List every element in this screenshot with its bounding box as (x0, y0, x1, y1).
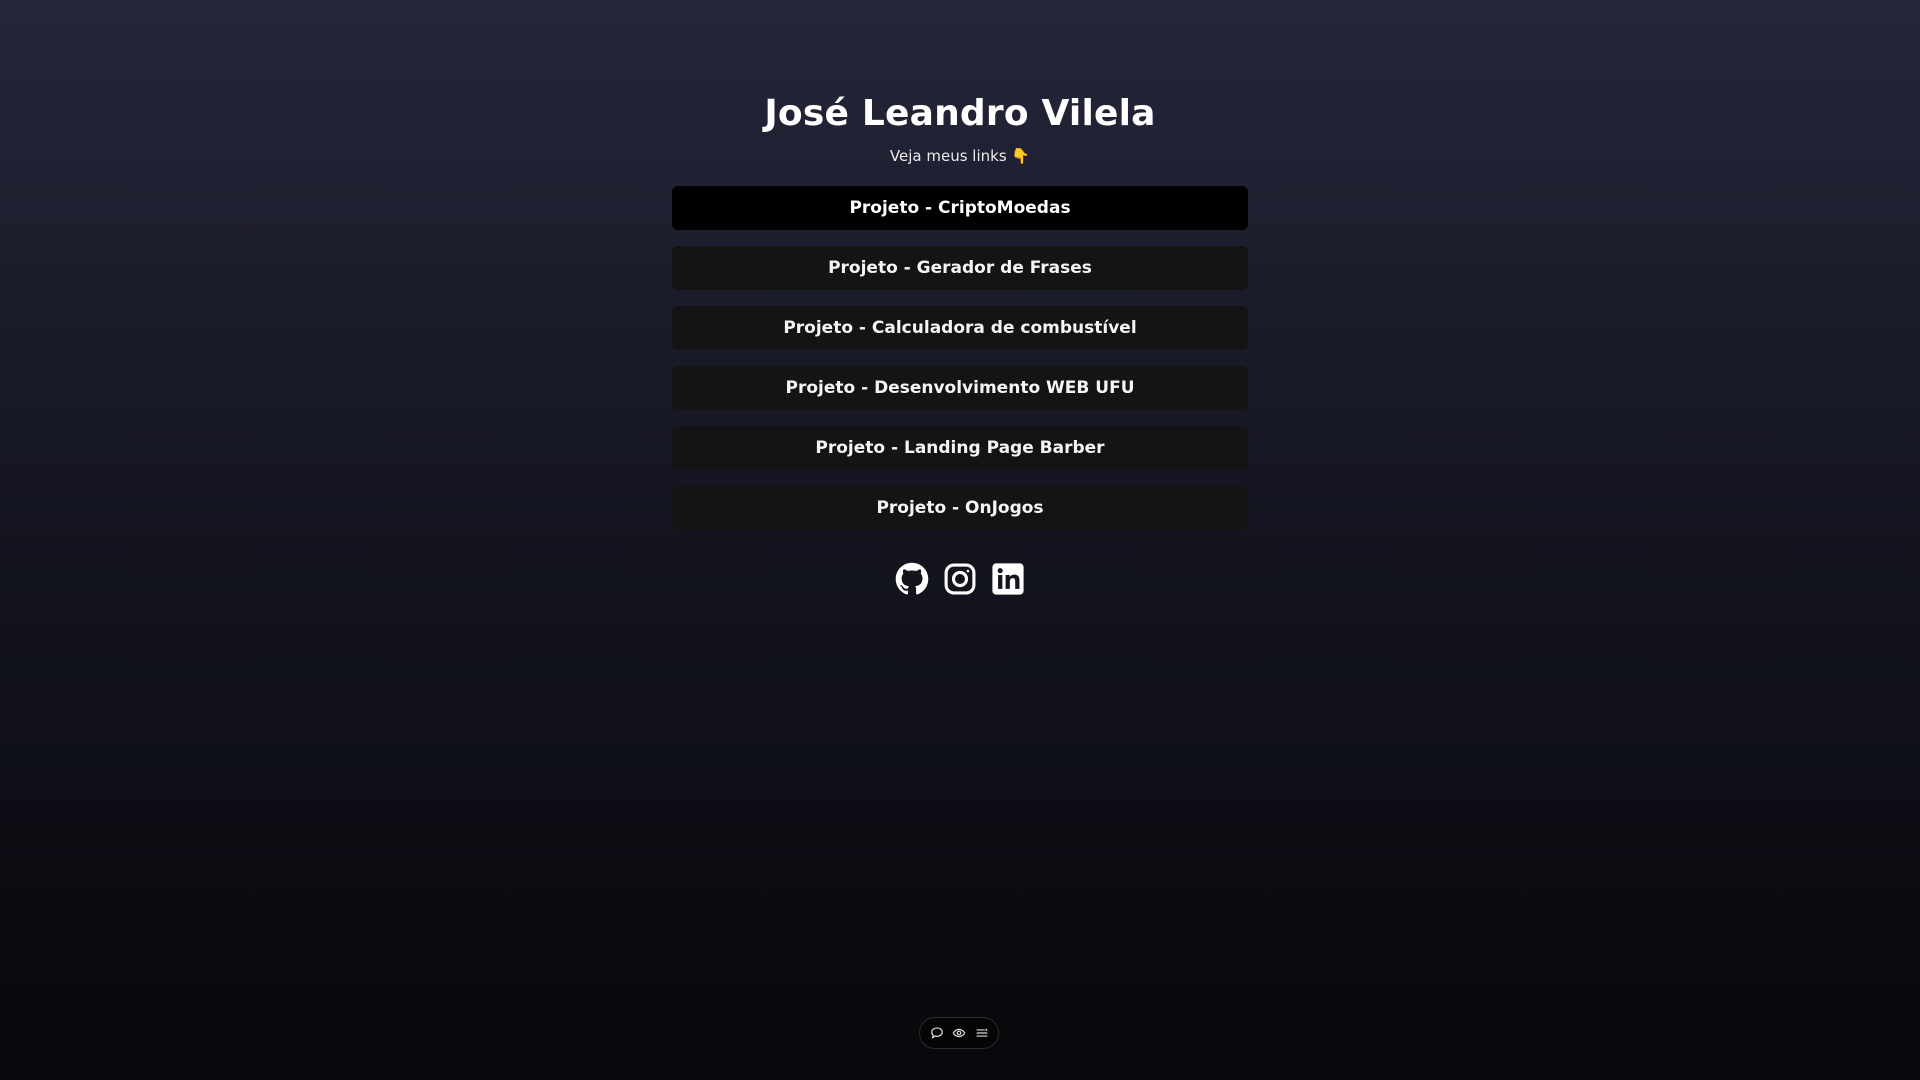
link-list: Projeto - CriptoMoedas Projeto - Gerador… (672, 186, 1248, 530)
menu-icon[interactable] (972, 1023, 992, 1043)
link-button-gerador-de-frases[interactable]: Projeto - Gerador de Frases (672, 246, 1248, 290)
instagram-icon[interactable] (943, 562, 977, 596)
link-button-criptomoedas[interactable]: Projeto - CriptoMoedas (672, 186, 1248, 230)
profile-card: José Leandro Vilela Veja meus links 👇 Pr… (672, 92, 1248, 596)
github-icon[interactable] (895, 562, 929, 596)
link-button-desenvolvimento-web-ufu[interactable]: Projeto - Desenvolvimento WEB UFU (672, 366, 1248, 410)
linkedin-icon[interactable] (991, 562, 1025, 596)
link-button-landing-page-barber[interactable]: Projeto - Landing Page Barber (672, 426, 1248, 470)
link-button-onjogos[interactable]: Projeto - OnJogos (672, 486, 1248, 530)
comment-icon[interactable] (927, 1023, 947, 1043)
link-button-calculadora-combustivel[interactable]: Projeto - Calculadora de combustível (672, 306, 1248, 350)
page-title: José Leandro Vilela (764, 93, 1156, 134)
page-subtitle: Veja meus links 👇 (889, 147, 1031, 165)
eye-icon[interactable] (949, 1023, 969, 1043)
floating-toolbar (919, 1017, 999, 1049)
social-links (895, 562, 1025, 596)
